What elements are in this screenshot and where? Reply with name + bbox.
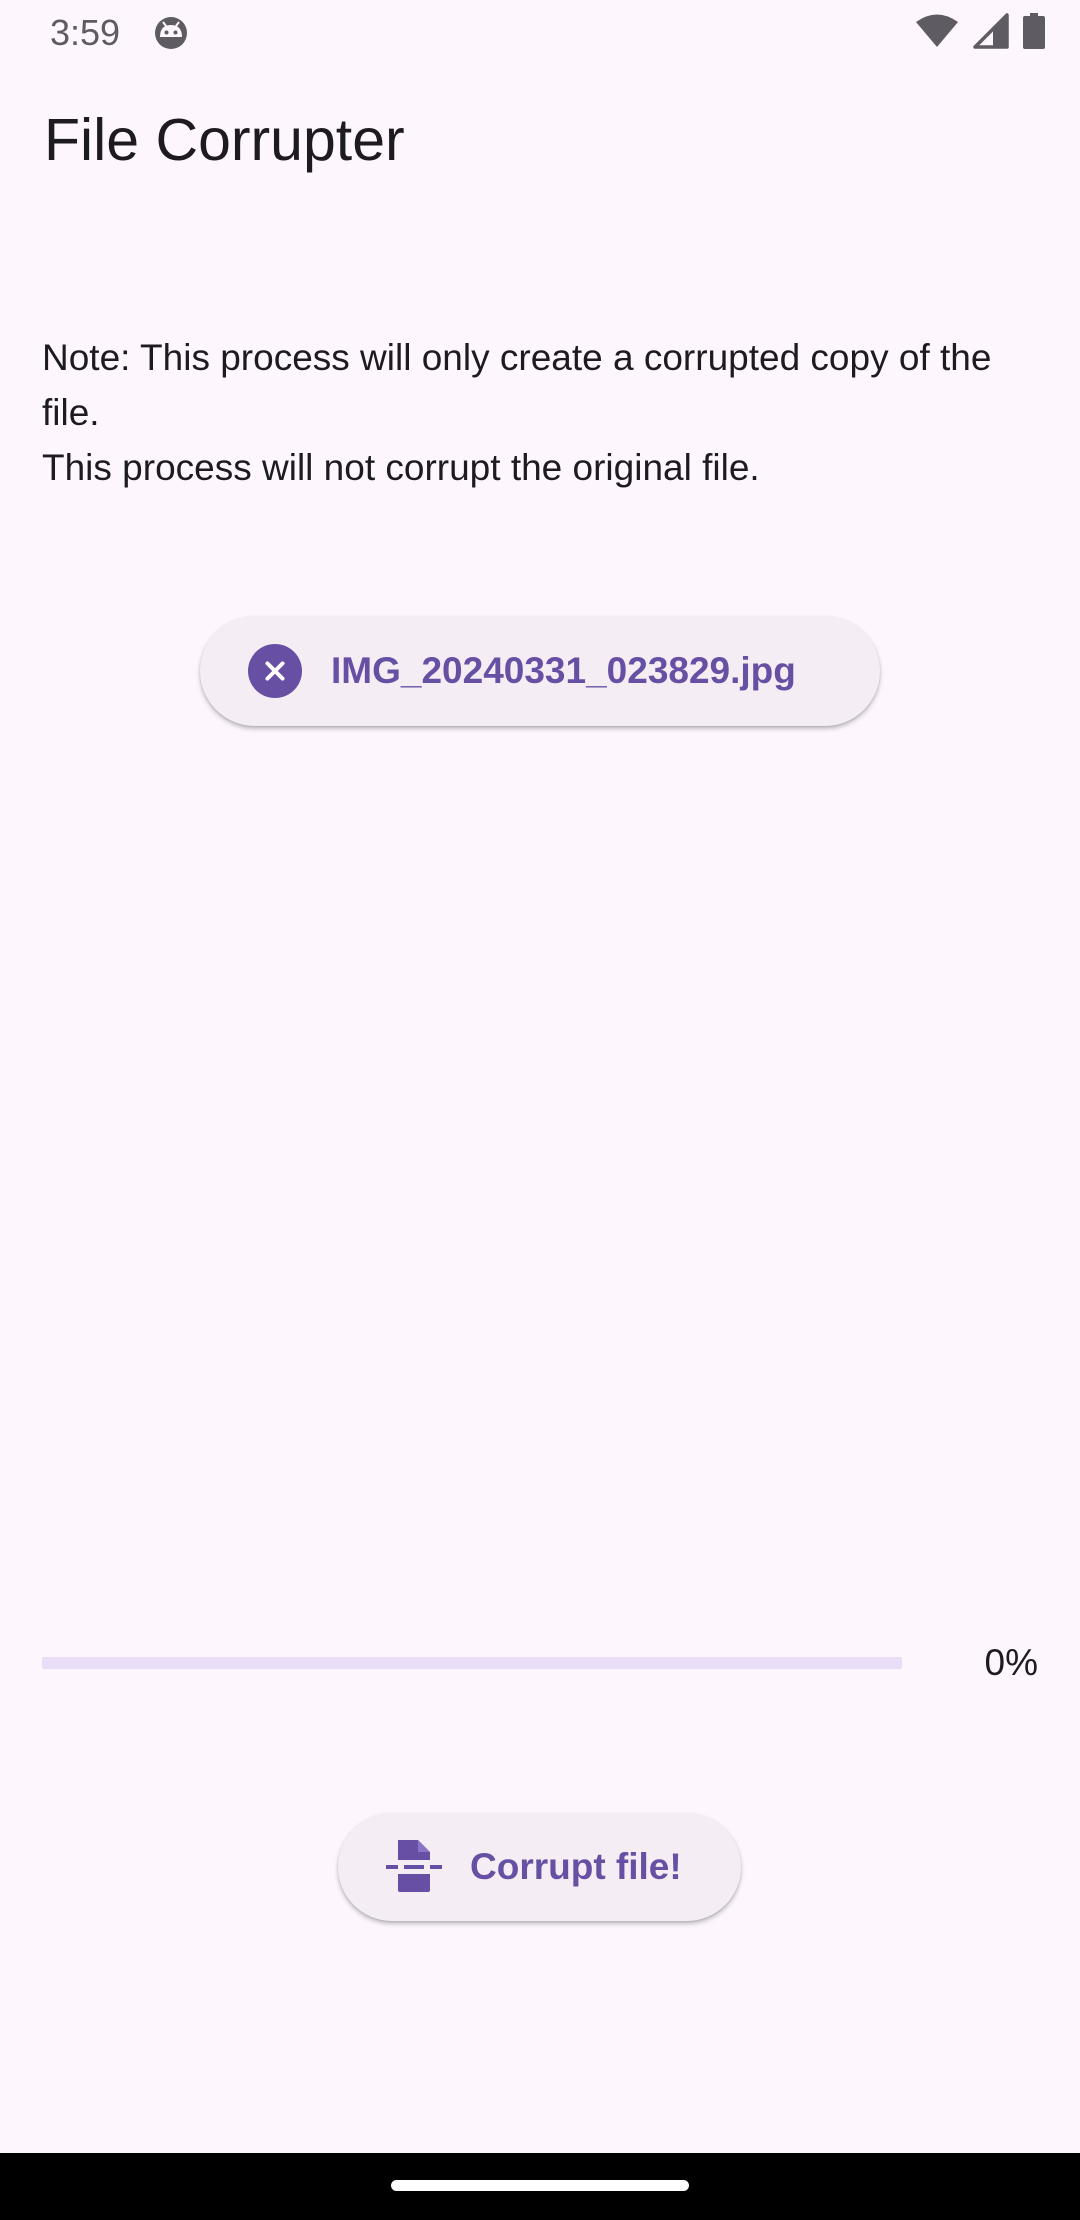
selected-file-chip[interactable]: IMG_20240331_023829.jpg: [200, 616, 880, 726]
home-gesture-handle[interactable]: [391, 2180, 689, 2191]
progress-percent: 0%: [984, 1642, 1038, 1683]
file-shredder-icon: [384, 1838, 444, 1897]
selected-file-name: IMG_20240331_023829.jpg: [331, 650, 796, 691]
close-circle-icon[interactable]: [248, 644, 302, 698]
status-icons: [915, 12, 1045, 54]
note-line-original: This process will not corrupt the origin…: [42, 447, 760, 488]
android-robot-icon: [153, 15, 189, 51]
wifi-icon: [915, 13, 959, 54]
page-title: File Corrupter: [44, 107, 405, 173]
corrupt-button-label: Corrupt file!: [470, 1846, 682, 1887]
progress-bar: [42, 1657, 902, 1669]
note-line-copy: Note: This process will only create a co…: [42, 337, 992, 433]
corrupt-file-button[interactable]: Corrupt file!: [338, 1813, 741, 1921]
status-time: 3:59: [50, 12, 121, 53]
status-bar: 3:59: [0, 0, 1080, 66]
note-text: Note: This process will only create a co…: [42, 330, 1042, 495]
battery-icon: [1023, 12, 1045, 54]
cell-signal-icon: [973, 12, 1009, 54]
